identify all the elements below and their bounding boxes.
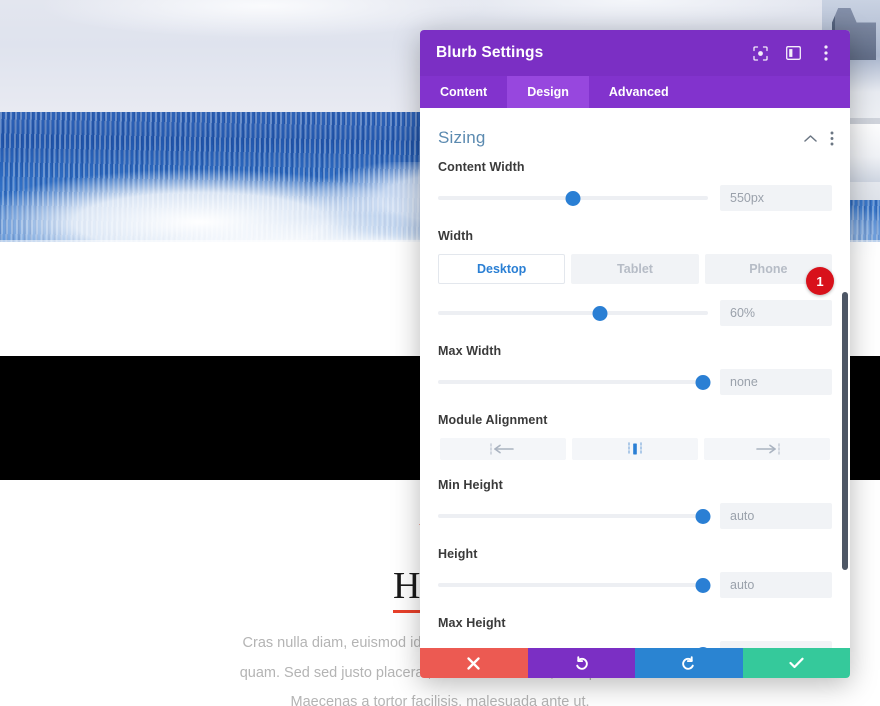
tab-content[interactable]: Content xyxy=(420,76,507,108)
slider-handle-max-height[interactable] xyxy=(695,647,711,648)
label-module-alignment: Module Alignment xyxy=(438,413,548,427)
control-height xyxy=(438,572,832,598)
group-header-sizing[interactable]: Sizing xyxy=(420,108,850,160)
slider-handle-content-width[interactable] xyxy=(565,191,581,206)
tab-advanced[interactable]: Advanced xyxy=(589,76,689,108)
field-max-width: Max Width xyxy=(438,344,832,395)
slider-handle-min-height[interactable] xyxy=(695,509,711,524)
slider-track xyxy=(438,514,708,518)
device-toggle-width: Desktop Tablet Phone xyxy=(438,254,832,284)
label-max-width: Max Width xyxy=(438,344,502,358)
device-tab-desktop[interactable]: Desktop xyxy=(438,254,566,284)
label-content-width: Content Width xyxy=(438,160,525,174)
undo-icon xyxy=(576,655,588,670)
slider-width[interactable] xyxy=(438,304,708,322)
slider-max-width[interactable] xyxy=(438,373,711,391)
field-module-alignment: Module Alignment xyxy=(438,413,832,460)
group-more-vertical-icon[interactable] xyxy=(830,131,834,146)
control-max-height xyxy=(438,641,832,648)
slider-track xyxy=(438,311,708,315)
tab-design[interactable]: Design xyxy=(507,76,589,108)
chevron-up-icon[interactable] xyxy=(804,134,817,143)
value-width[interactable] xyxy=(720,300,832,326)
blurb-settings-modal: Blurb Settings Content Design Advanced S… xyxy=(420,30,850,678)
control-max-width xyxy=(438,369,832,395)
slider-max-height[interactable] xyxy=(438,645,711,648)
slider-content-width[interactable] xyxy=(438,189,708,207)
value-min-height[interactable] xyxy=(720,503,832,529)
field-content-width: Content Width xyxy=(438,160,832,211)
discard-button[interactable] xyxy=(420,648,528,678)
more-vertical-icon[interactable] xyxy=(816,43,836,63)
close-icon xyxy=(467,656,480,670)
redo-button[interactable] xyxy=(635,648,743,678)
module-alignment-group xyxy=(438,438,832,460)
control-width xyxy=(438,300,832,326)
value-height[interactable] xyxy=(720,572,832,598)
redo-icon xyxy=(682,655,694,670)
control-content-width xyxy=(438,185,832,211)
step-badge-1: 1 xyxy=(806,267,834,295)
align-right-icon[interactable] xyxy=(704,438,830,460)
value-max-width[interactable] xyxy=(720,369,832,395)
sizing-fields: Content Width Width Desktop Tablet xyxy=(420,160,850,648)
device-tab-tablet[interactable]: Tablet xyxy=(571,254,699,284)
field-height: Height xyxy=(438,547,832,598)
align-center-icon[interactable] xyxy=(572,438,698,460)
group-actions-sizing xyxy=(804,131,834,146)
slider-height[interactable] xyxy=(438,576,711,594)
label-min-height: Min Height xyxy=(438,478,503,492)
undo-button[interactable] xyxy=(527,648,635,678)
modal-scroll-region: Sizing Content Width 550px Width Desktop… xyxy=(420,108,850,648)
field-width: Width Desktop Tablet Phone xyxy=(438,229,832,326)
field-min-height: Min Height xyxy=(438,478,832,529)
layout-panel-icon[interactable] xyxy=(783,43,803,63)
modal-header: Blurb Settings xyxy=(420,30,850,76)
slider-handle-height[interactable] xyxy=(695,578,711,593)
value-max-height[interactable] xyxy=(720,641,832,648)
field-max-height: Max Height xyxy=(438,616,832,648)
label-width: Width xyxy=(438,229,474,243)
group-title-sizing: Sizing xyxy=(438,128,486,147)
modal-footer xyxy=(420,648,850,678)
modal-body: Sizing Content Width 550px Width Desktop… xyxy=(420,108,850,648)
slider-track xyxy=(438,380,708,384)
modal-scrollbar-thumb[interactable] xyxy=(842,292,848,570)
modal-header-icons xyxy=(750,43,836,63)
modal-scrollbar[interactable] xyxy=(842,110,848,646)
slider-min-height[interactable] xyxy=(438,507,711,525)
label-max-height: Max Height xyxy=(438,616,506,630)
focus-target-icon[interactable] xyxy=(750,43,770,63)
check-icon xyxy=(789,657,804,669)
modal-title: Blurb Settings xyxy=(436,44,544,61)
align-left-icon[interactable] xyxy=(440,438,566,460)
slider-handle-width[interactable] xyxy=(592,306,608,321)
label-height: Height xyxy=(438,547,478,561)
save-button[interactable] xyxy=(742,648,850,678)
control-min-height xyxy=(438,503,832,529)
slider-handle-max-width[interactable] xyxy=(695,375,711,390)
value-content-width[interactable] xyxy=(720,185,832,211)
slider-track xyxy=(438,583,708,587)
modal-tab-bar: Content Design Advanced xyxy=(420,76,850,108)
